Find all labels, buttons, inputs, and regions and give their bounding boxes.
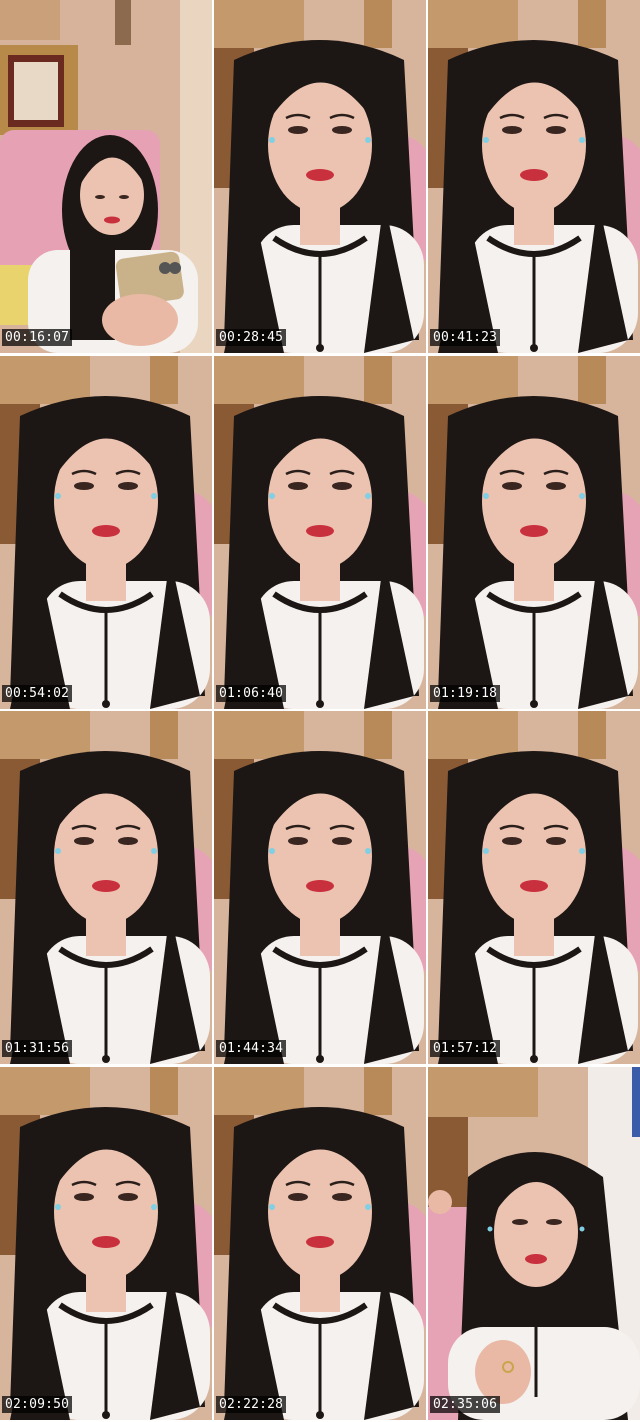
video-frame: 01:31:56 [0,711,212,1065]
video-frame: 00:28:45 [214,0,426,353]
timestamp-label: 00:28:45 [216,329,287,346]
timestamp-label: 01:44:34 [216,1040,287,1058]
frame-image [0,355,212,709]
video-frame: 00:16:07 [0,0,212,353]
frame-image [428,0,640,353]
timestamp-label: 02:35:06 [430,1395,501,1413]
frame-image [428,711,640,1065]
timestamp-label: 00:41:23 [430,329,501,346]
video-frame: 01:44:34 [214,711,426,1065]
video-frame: 01:19:18 [428,355,640,709]
timestamp-label: 01:06:40 [216,684,287,702]
timestamp-label: 00:54:02 [2,684,73,702]
frame-image [214,355,426,709]
frame-image [0,0,212,353]
timestamp-label: 01:19:18 [430,684,501,702]
timestamp-label: 01:57:12 [430,1040,501,1058]
video-frame: 02:35:06 [428,1066,640,1420]
video-frame: 00:41:23 [428,0,640,353]
video-frame: 01:57:12 [428,711,640,1065]
timestamp-label: 00:16:07 [2,329,73,346]
timestamp-label: 02:22:28 [216,1395,287,1413]
frame-image [0,1066,212,1420]
frame-grid: 00:16:07 00:28:45 00:41:23 00:54:02 01:0… [0,0,640,1422]
video-frame: 02:22:28 [214,1066,426,1420]
frame-image [214,1066,426,1420]
video-frame: 01:06:40 [214,355,426,709]
timestamp-label: 02:09:50 [2,1395,73,1413]
video-frame: 02:09:50 [0,1066,212,1420]
frame-image [0,711,212,1065]
frame-image [428,355,640,709]
frame-image [214,711,426,1065]
frame-image [428,1066,640,1420]
video-frame: 00:54:02 [0,355,212,709]
timestamp-label: 01:31:56 [2,1040,73,1058]
frame-image [214,0,426,353]
